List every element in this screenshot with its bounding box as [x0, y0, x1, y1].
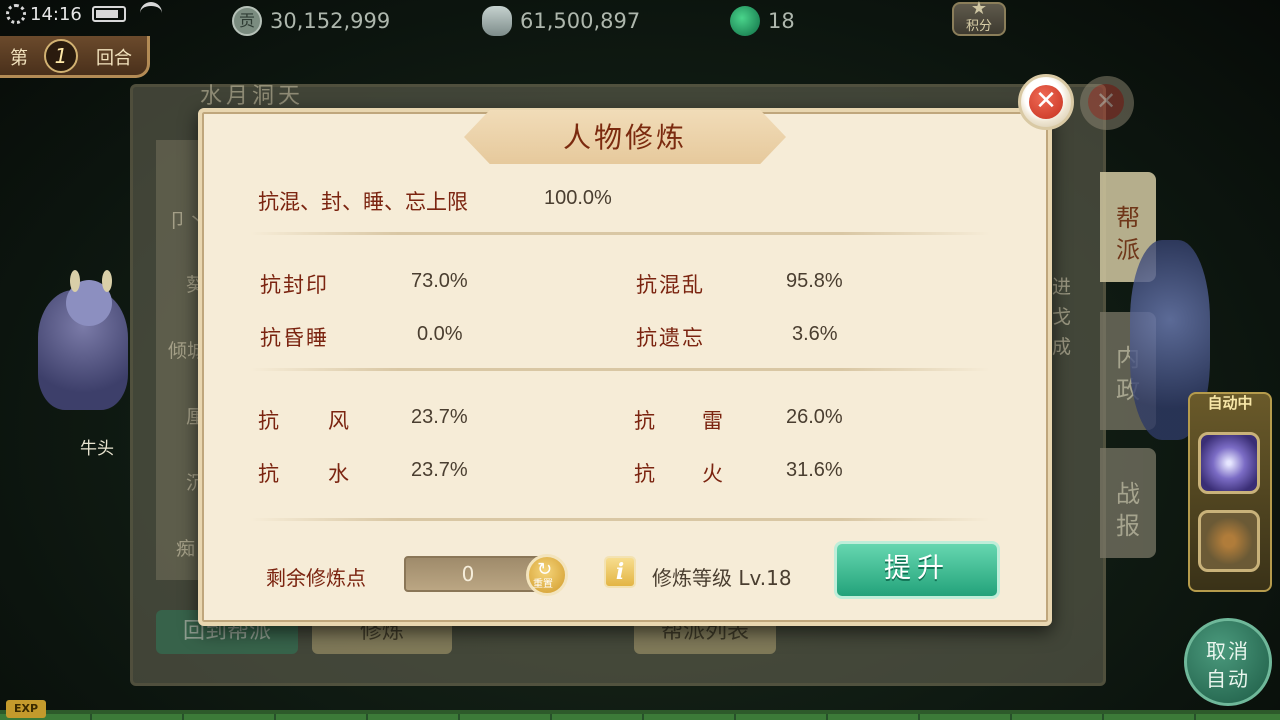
- side-text: 进: [1052, 276, 1072, 298]
- info-icon[interactable]: i: [604, 556, 636, 588]
- upper-limit-label: 抗混、封、睡、忘上限: [258, 190, 468, 214]
- stat-value: 26.0%: [786, 406, 843, 428]
- round-prefix: 第: [10, 48, 28, 69]
- contribution-icon: 贡: [232, 6, 262, 36]
- modal-title-bar: 人物修炼: [464, 110, 786, 164]
- stat-label: 水: [328, 462, 349, 486]
- round-suffix: 回合: [96, 48, 132, 69]
- stat-label: 抗混乱: [636, 273, 705, 297]
- cancel-auto-line1: 取消: [1206, 639, 1250, 663]
- auto-skill-slot[interactable]: [1198, 510, 1260, 572]
- stat-label: 抗: [258, 409, 279, 433]
- npc-bull-head[interactable]: [8, 270, 158, 440]
- stat-label: 抗昏睡: [260, 326, 329, 350]
- round-number: 1: [44, 39, 78, 73]
- guild-panel-title: 水月洞天: [200, 84, 305, 109]
- close-icon: ✕: [1088, 84, 1124, 120]
- exp-bar: [0, 714, 1280, 720]
- stat-value: 23.7%: [411, 406, 468, 428]
- npc-name: 牛头: [80, 439, 114, 459]
- cancel-auto-button[interactable]: 取消 自动: [1184, 618, 1272, 706]
- auto-battle-panel: 自动中: [1188, 392, 1272, 592]
- stat-label: 抗: [634, 409, 655, 433]
- side-text: 戈: [1052, 306, 1072, 328]
- stat-label: 抗封印: [260, 273, 329, 297]
- jade-value: 18: [768, 9, 795, 33]
- upgrade-button[interactable]: 提升: [834, 541, 1000, 599]
- guild-row-label: 痴: [176, 538, 196, 560]
- stat-label: 风: [328, 409, 349, 433]
- side-text: 成: [1052, 336, 1072, 358]
- section-divider: [250, 518, 990, 521]
- stat-value: 31.6%: [786, 459, 843, 481]
- upper-limit-value: 100.0%: [544, 187, 612, 209]
- cultivation-level: 修炼等级 Lv.18: [652, 566, 792, 590]
- contribution-value: 30,152,999: [270, 9, 391, 33]
- auto-skill-slot[interactable]: [1198, 432, 1260, 494]
- status-time: 14:16: [30, 4, 82, 25]
- stat-label: 抗遗忘: [636, 326, 705, 350]
- background-close-button[interactable]: ✕: [1080, 76, 1134, 130]
- silver-resource[interactable]: 61,500,897: [482, 6, 640, 36]
- section-divider: [250, 232, 990, 235]
- exp-badge: EXP: [6, 700, 46, 718]
- wifi-icon: [140, 2, 162, 24]
- auto-battle-label: 自动中: [1207, 394, 1253, 412]
- modal-close-button[interactable]: ✕: [1018, 74, 1074, 130]
- tab-battle-report-label: 战报: [1116, 480, 1140, 540]
- silver-value: 61,500,897: [520, 9, 641, 33]
- modal-title: 人物修炼: [562, 121, 687, 154]
- remaining-points-label: 剩余修炼点: [266, 566, 366, 590]
- stat-label: 抗: [634, 462, 655, 486]
- npc-horn: [102, 270, 112, 292]
- score-button[interactable]: 积分: [952, 0, 1006, 36]
- stat-value: 73.0%: [411, 270, 468, 292]
- jade-resource[interactable]: 18: [730, 6, 795, 36]
- stat-value: 95.8%: [786, 270, 843, 292]
- stat-value: 23.7%: [411, 459, 468, 481]
- section-divider: [250, 368, 990, 371]
- round-badge: 第 1 回合: [0, 36, 150, 78]
- jade-icon: [730, 6, 760, 36]
- stat-label: 雷: [702, 409, 723, 433]
- stat-value: 3.6%: [792, 323, 838, 345]
- stat-label: 抗: [258, 462, 279, 486]
- cancel-auto-line2: 自动: [1206, 667, 1250, 691]
- close-icon: ✕: [1029, 85, 1063, 119]
- reset-label: 重置: [533, 579, 553, 590]
- gear-icon[interactable]: [6, 4, 26, 24]
- tab-battle-report[interactable]: 战报: [1100, 448, 1156, 558]
- tab-guild-label: 帮派: [1116, 204, 1140, 264]
- stat-label: 火: [702, 462, 723, 486]
- npc-horn: [70, 270, 80, 292]
- contribution-resource: 贡 30,152,999: [232, 6, 390, 36]
- reset-button[interactable]: ↻ 重置: [526, 554, 568, 596]
- stat-value: 0.0%: [417, 323, 463, 345]
- battery-icon: [92, 6, 126, 22]
- silver-icon: [482, 6, 512, 36]
